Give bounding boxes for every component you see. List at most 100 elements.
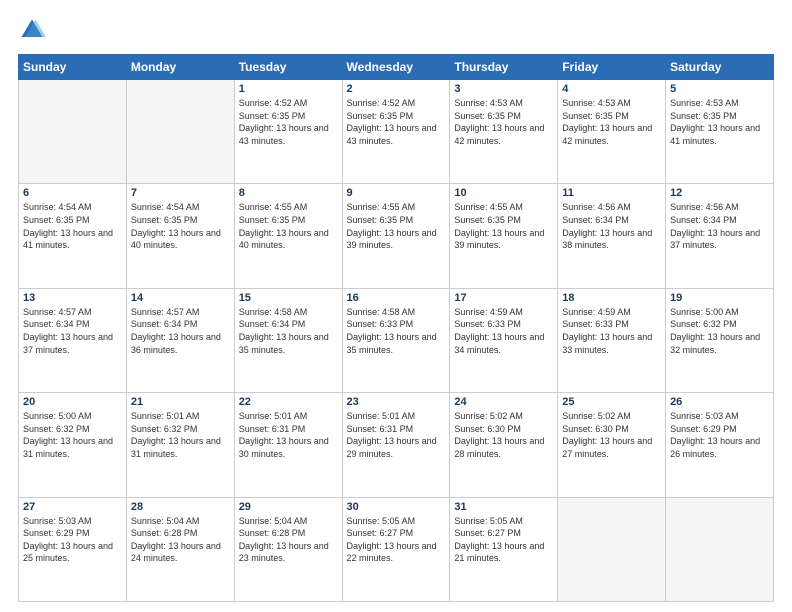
calendar-table: SundayMondayTuesdayWednesdayThursdayFrid… <box>18 54 774 602</box>
day-info: Sunrise: 5:01 AM Sunset: 6:32 PM Dayligh… <box>131 410 230 460</box>
day-info: Sunrise: 4:56 AM Sunset: 6:34 PM Dayligh… <box>670 201 769 251</box>
logo-icon <box>18 16 46 44</box>
day-number: 28 <box>131 501 230 513</box>
calendar-cell: 29Sunrise: 5:04 AM Sunset: 6:28 PM Dayli… <box>234 497 342 601</box>
day-info: Sunrise: 4:56 AM Sunset: 6:34 PM Dayligh… <box>562 201 661 251</box>
day-info: Sunrise: 5:02 AM Sunset: 6:30 PM Dayligh… <box>562 410 661 460</box>
calendar-cell <box>19 80 127 184</box>
day-number: 3 <box>454 83 553 95</box>
weekday-header: Wednesday <box>342 55 450 80</box>
calendar-cell: 26 Sunrise: 5:03 AM Sunset: 6:29 PM Dayli… <box>666 393 774 497</box>
calendar-cell: 15 Sunrise: 4:58 AM Sunset: 6:34 PM Dayli… <box>234 288 342 392</box>
day-info: Sunrise: 5:01 AM Sunset: 6:31 PM Dayligh… <box>347 410 446 460</box>
day-info: Sunrise: 5:03 AM Sunset: 6:29 PM Dayligh… <box>670 410 769 460</box>
day-number: 6 <box>23 187 122 199</box>
day-number: 20 <box>23 396 122 408</box>
day-info: Sunrise: 4:57 AM Sunset: 6:34 PM Dayligh… <box>131 306 230 356</box>
day-info: Sunrise: 5:02 AM Sunset: 6:30 PM Dayligh… <box>454 410 553 460</box>
day-number: 15 <box>239 292 338 304</box>
calendar-cell: 1 Sunrise: 4:52 AM Sunset: 6:35 PM Daylig… <box>234 80 342 184</box>
day-info: Sunrise: 4:52 AM Sunset: 6:35 PM Dayligh… <box>239 97 338 147</box>
day-number: 10 <box>454 187 553 199</box>
calendar-cell <box>126 80 234 184</box>
day-number: 16 <box>347 292 446 304</box>
calendar-cell: 8Sunrise: 4:55 AM Sunset: 6:35 PM Daylig… <box>234 184 342 288</box>
day-info: Sunrise: 5:04 AM Sunset: 6:28 PM Dayligh… <box>131 515 230 565</box>
day-info: Sunrise: 5:00 AM Sunset: 6:32 PM Dayligh… <box>23 410 122 460</box>
day-info: Sunrise: 5:00 AM Sunset: 6:32 PM Dayligh… <box>670 306 769 356</box>
header <box>18 16 774 44</box>
calendar-cell: 5 Sunrise: 4:53 AM Sunset: 6:35 PM Daylig… <box>666 80 774 184</box>
calendar-week-row: 20 Sunrise: 5:00 AM Sunset: 6:32 PM Dayli… <box>19 393 774 497</box>
day-number: 9 <box>347 187 446 199</box>
day-info: Sunrise: 4:55 AM Sunset: 6:35 PM Dayligh… <box>347 201 446 251</box>
calendar-cell <box>558 497 666 601</box>
calendar-cell: 4 Sunrise: 4:53 AM Sunset: 6:35 PM Daylig… <box>558 80 666 184</box>
day-info: Sunrise: 4:58 AM Sunset: 6:34 PM Dayligh… <box>239 306 338 356</box>
day-info: Sunrise: 4:53 AM Sunset: 6:35 PM Dayligh… <box>670 97 769 147</box>
day-info: Sunrise: 5:05 AM Sunset: 6:27 PM Dayligh… <box>347 515 446 565</box>
day-number: 30 <box>347 501 446 513</box>
day-number: 18 <box>562 292 661 304</box>
weekday-header: Monday <box>126 55 234 80</box>
calendar-cell: 10 Sunrise: 4:55 AM Sunset: 6:35 PM Dayli… <box>450 184 558 288</box>
day-number: 22 <box>239 396 338 408</box>
calendar-cell: 12Sunrise: 4:56 AM Sunset: 6:34 PM Dayli… <box>666 184 774 288</box>
day-info: Sunrise: 5:03 AM Sunset: 6:29 PM Dayligh… <box>23 515 122 565</box>
calendar-cell: 7 Sunrise: 4:54 AM Sunset: 6:35 PM Daylig… <box>126 184 234 288</box>
day-info: Sunrise: 5:04 AM Sunset: 6:28 PM Dayligh… <box>239 515 338 565</box>
day-info: Sunrise: 5:05 AM Sunset: 6:27 PM Dayligh… <box>454 515 553 565</box>
day-number: 11 <box>562 187 661 199</box>
day-number: 2 <box>347 83 446 95</box>
day-number: 13 <box>23 292 122 304</box>
weekday-header: Friday <box>558 55 666 80</box>
day-info: Sunrise: 4:59 AM Sunset: 6:33 PM Dayligh… <box>562 306 661 356</box>
day-info: Sunrise: 5:01 AM Sunset: 6:31 PM Dayligh… <box>239 410 338 460</box>
calendar-cell: 30 Sunrise: 5:05 AM Sunset: 6:27 PM Dayli… <box>342 497 450 601</box>
calendar-week-row: 6 Sunrise: 4:54 AM Sunset: 6:35 PM Daylig… <box>19 184 774 288</box>
day-number: 1 <box>239 83 338 95</box>
day-info: Sunrise: 4:53 AM Sunset: 6:35 PM Dayligh… <box>562 97 661 147</box>
day-number: 4 <box>562 83 661 95</box>
calendar-cell: 19 Sunrise: 5:00 AM Sunset: 6:32 PM Dayli… <box>666 288 774 392</box>
day-number: 26 <box>670 396 769 408</box>
calendar-cell: 23 Sunrise: 5:01 AM Sunset: 6:31 PM Dayli… <box>342 393 450 497</box>
day-info: Sunrise: 4:54 AM Sunset: 6:35 PM Dayligh… <box>131 201 230 251</box>
calendar-cell <box>666 497 774 601</box>
calendar-cell: 18 Sunrise: 4:59 AM Sunset: 6:33 PM Dayli… <box>558 288 666 392</box>
logo <box>18 16 50 44</box>
weekday-header: Tuesday <box>234 55 342 80</box>
day-number: 14 <box>131 292 230 304</box>
weekday-header: Thursday <box>450 55 558 80</box>
day-info: Sunrise: 4:54 AM Sunset: 6:35 PM Dayligh… <box>23 201 122 251</box>
calendar-cell: 9 Sunrise: 4:55 AM Sunset: 6:35 PM Daylig… <box>342 184 450 288</box>
day-number: 24 <box>454 396 553 408</box>
day-info: Sunrise: 4:58 AM Sunset: 6:33 PM Dayligh… <box>347 306 446 356</box>
calendar-cell: 2 Sunrise: 4:52 AM Sunset: 6:35 PM Daylig… <box>342 80 450 184</box>
day-info: Sunrise: 4:52 AM Sunset: 6:35 PM Dayligh… <box>347 97 446 147</box>
day-info: Sunrise: 4:57 AM Sunset: 6:34 PM Dayligh… <box>23 306 122 356</box>
day-number: 5 <box>670 83 769 95</box>
calendar-cell: 22 Sunrise: 5:01 AM Sunset: 6:31 PM Dayli… <box>234 393 342 497</box>
day-info: Sunrise: 4:55 AM Sunset: 6:35 PM Dayligh… <box>454 201 553 251</box>
day-number: 17 <box>454 292 553 304</box>
calendar-cell: 13 Sunrise: 4:57 AM Sunset: 6:34 PM Dayli… <box>19 288 127 392</box>
calendar-cell: 3 Sunrise: 4:53 AM Sunset: 6:35 PM Daylig… <box>450 80 558 184</box>
day-number: 23 <box>347 396 446 408</box>
day-number: 19 <box>670 292 769 304</box>
day-number: 7 <box>131 187 230 199</box>
weekday-header: Sunday <box>19 55 127 80</box>
calendar-week-row: 27Sunrise: 5:03 AM Sunset: 6:29 PM Dayli… <box>19 497 774 601</box>
calendar-header-row: SundayMondayTuesdayWednesdayThursdayFrid… <box>19 55 774 80</box>
calendar-cell: 6 Sunrise: 4:54 AM Sunset: 6:35 PM Daylig… <box>19 184 127 288</box>
page: SundayMondayTuesdayWednesdayThursdayFrid… <box>0 0 792 612</box>
calendar-cell: 25Sunrise: 5:02 AM Sunset: 6:30 PM Dayli… <box>558 393 666 497</box>
day-info: Sunrise: 4:53 AM Sunset: 6:35 PM Dayligh… <box>454 97 553 147</box>
calendar-cell: 16 Sunrise: 4:58 AM Sunset: 6:33 PM Dayli… <box>342 288 450 392</box>
calendar-cell: 27Sunrise: 5:03 AM Sunset: 6:29 PM Dayli… <box>19 497 127 601</box>
calendar-cell: 28 Sunrise: 5:04 AM Sunset: 6:28 PM Dayli… <box>126 497 234 601</box>
calendar-cell: 20 Sunrise: 5:00 AM Sunset: 6:32 PM Dayli… <box>19 393 127 497</box>
day-number: 8 <box>239 187 338 199</box>
weekday-header: Saturday <box>666 55 774 80</box>
calendar-cell: 14 Sunrise: 4:57 AM Sunset: 6:34 PM Dayli… <box>126 288 234 392</box>
